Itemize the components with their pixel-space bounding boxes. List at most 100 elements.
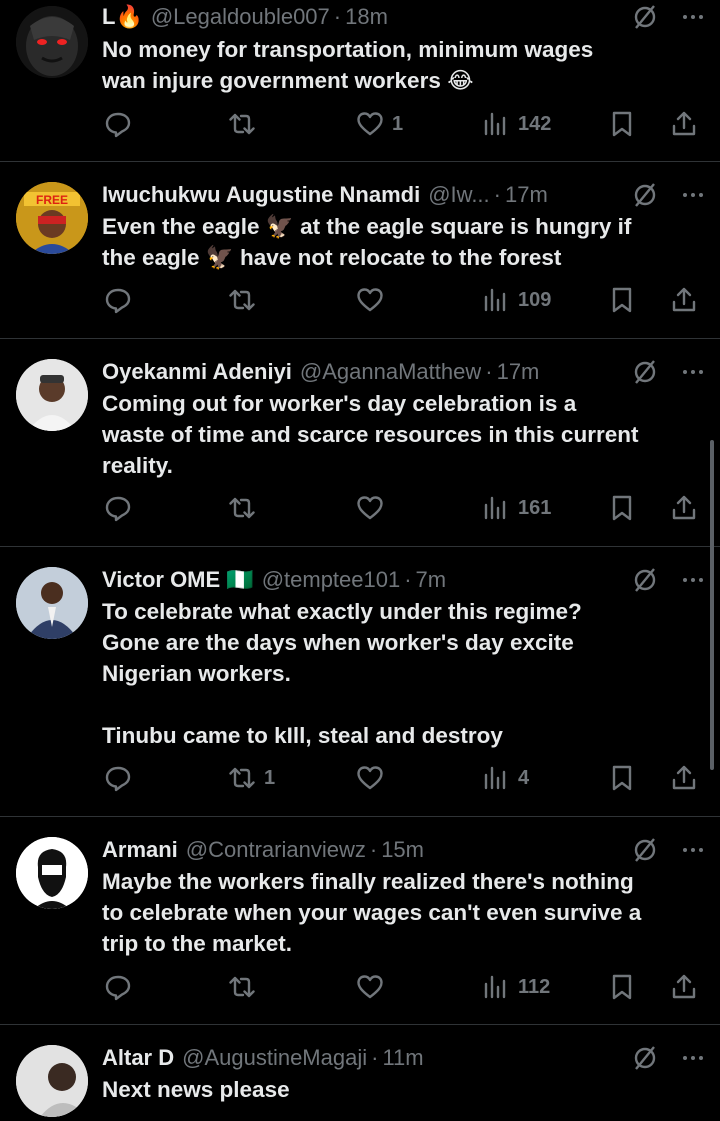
user-handle[interactable]: @Iw... [428,180,489,210]
grok-icon[interactable] [632,837,658,863]
tweet-line: Gone are the days when worker's day exci… [102,630,574,655]
more-icon[interactable] [680,837,706,863]
more-icon[interactable] [680,359,706,385]
timestamp[interactable]: 17m [497,357,540,387]
timestamp[interactable]: 7m [416,565,447,595]
views-button[interactable]: 161 [482,488,551,528]
avatar[interactable] [16,567,88,639]
tweet-line: reality. [102,453,173,478]
reply-icon [105,766,131,792]
avatar[interactable] [16,837,88,909]
tweet-text: Coming out for worker's day celebration … [102,388,706,481]
timestamp[interactable]: 18m [345,2,388,32]
tweet-text: No money for transportation, minimum wag… [102,34,706,96]
more-icon[interactable] [680,567,706,593]
user-handle[interactable]: @AugustineMagaji [182,1043,367,1073]
avatar-image: FREE [16,182,88,254]
tweet[interactable]: Armani @Contrarianviewz · 15m Maybe the … [0,817,720,1025]
views-button[interactable]: 109 [482,280,551,320]
like-button[interactable] [356,758,392,798]
display-name[interactable]: Altar D [102,1043,174,1073]
share-button[interactable] [670,280,698,320]
bookmark-button[interactable] [608,488,636,528]
more-icon[interactable] [680,1045,706,1071]
timestamp[interactable]: 17m [505,180,548,210]
retweet-button[interactable] [228,967,264,1007]
tweet-line: Next news please [102,1077,290,1102]
tweet[interactable]: Victor OME 🇳🇬 @temptee101 · 7m To celebr… [0,547,720,817]
separator-dot: · [333,4,342,29]
retweet-button[interactable] [228,488,264,528]
timestamp[interactable]: 11m [382,1043,423,1073]
tweet[interactable]: Oyekanmi Adeniyi @AgannaMatthew · 17m Co… [0,339,720,547]
views-count: 112 [518,975,551,998]
display-name[interactable]: Victor OME 🇳🇬 [102,565,254,595]
user-handle[interactable]: @AgannaMatthew [300,357,481,387]
share-button[interactable] [670,488,698,528]
tweet-header: Victor OME 🇳🇬 @temptee101 · 7m [102,563,706,597]
share-icon [672,287,696,312]
user-handle[interactable]: @Legaldouble007 [151,2,330,32]
avatar[interactable]: FREE [16,182,88,254]
heart-icon [357,288,383,312]
grok-icon[interactable] [632,359,658,385]
tweet-line: waste of time and scarce resources in th… [102,422,639,447]
grok-icon[interactable] [632,567,658,593]
like-button[interactable] [356,488,392,528]
tweet[interactable]: FREE Iwuchukwu Augustine Nnamdi @Iw... ·… [0,162,720,339]
reply-button[interactable] [104,967,140,1007]
more-icon[interactable] [680,182,706,208]
display-name[interactable]: L🔥 [102,2,143,32]
user-handle[interactable]: @temptee101 [262,565,401,595]
grok-icon[interactable] [632,182,658,208]
display-name[interactable]: Iwuchukwu Augustine Nnamdi [102,180,420,210]
like-button[interactable]: 1 [356,104,403,144]
retweet-icon [229,113,255,135]
display-name[interactable]: Armani [102,835,178,865]
retweet-button[interactable] [228,104,264,144]
timestamp[interactable]: 15m [381,835,424,865]
reply-icon [105,288,131,314]
views-button[interactable]: 112 [482,967,550,1007]
views-button[interactable]: 142 [482,104,551,144]
separator-dot: · [404,567,412,592]
grok-icon[interactable] [632,1045,658,1071]
reply-button[interactable] [104,758,140,798]
reply-icon [105,496,131,522]
more-icon[interactable] [680,4,706,30]
grok-icon[interactable] [632,4,658,30]
views-icon [484,975,506,999]
reply-button[interactable] [104,488,140,528]
display-name[interactable]: Oyekanmi Adeniyi [102,357,292,387]
tweet-line: Maybe the workers finally realized there… [102,869,634,894]
tweet-header: Altar D @AugustineMagaji · 11m [102,1041,706,1075]
heart-icon [357,496,383,520]
user-handle[interactable]: @Contrarianviewz [186,835,366,865]
bookmark-button[interactable] [608,104,636,144]
like-button[interactable] [356,280,392,320]
bookmark-button[interactable] [608,758,636,798]
reply-button[interactable] [104,104,140,144]
avatar[interactable] [16,6,88,78]
share-button[interactable] [670,758,698,798]
scrollbar[interactable] [710,440,714,770]
action-bar: 161 [0,488,720,528]
avatar[interactable] [16,359,88,431]
share-button[interactable] [670,967,698,1007]
tweet-line: Coming out for worker's day celebration … [102,391,577,416]
tweet[interactable]: L🔥 @Legaldouble007 · 18m No money for tr… [0,0,720,162]
retweet-button[interactable]: 1 [228,758,275,798]
like-count: 1 [392,112,404,135]
reply-button[interactable] [104,280,140,320]
retweet-button[interactable] [228,280,264,320]
views-button[interactable]: 4 [482,758,529,798]
like-button[interactable] [356,967,392,1007]
tweet[interactable]: Altar D @AugustineMagaji · 11m Next news… [0,1025,720,1121]
action-bar: 112 [0,967,720,1007]
retweet-icon [229,497,255,519]
retweet-icon [229,767,255,789]
share-button[interactable] [670,104,698,144]
bookmark-button[interactable] [608,967,636,1007]
avatar[interactable] [16,1045,88,1117]
bookmark-button[interactable] [608,280,636,320]
